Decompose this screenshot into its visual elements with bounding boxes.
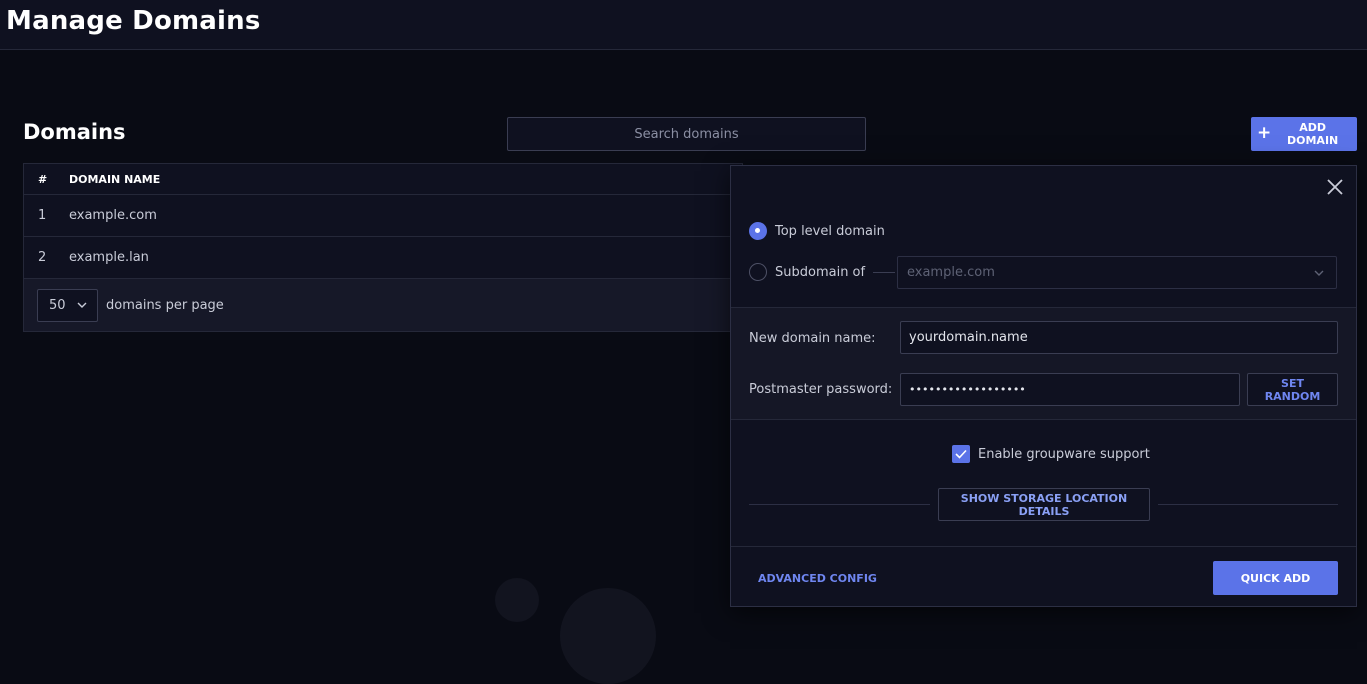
chevron-down-icon — [77, 302, 87, 308]
advanced-config-link[interactable]: ADVANCED CONFIG — [758, 572, 877, 585]
per-page-value: 50 — [49, 297, 66, 313]
search-input[interactable] — [507, 117, 866, 151]
groupware-checkbox[interactable] — [952, 445, 970, 463]
table-header: # DOMAIN NAME — [24, 164, 742, 195]
page-title: Manage Domains — [6, 6, 261, 36]
new-domain-name-input[interactable] — [900, 321, 1338, 354]
radio-unselected-icon[interactable] — [749, 263, 767, 281]
set-random-button[interactable]: SET RANDOM — [1247, 373, 1338, 406]
subdomain-parent-select[interactable]: example.com — [897, 256, 1337, 289]
row-domain-name[interactable]: example.lan — [69, 250, 149, 265]
groupware-checkbox-row[interactable]: Enable groupware support — [952, 445, 1150, 463]
divider — [1158, 504, 1338, 505]
close-icon[interactable] — [1324, 176, 1346, 198]
quick-add-button[interactable]: QUICK ADD — [1213, 561, 1338, 595]
chevron-down-icon — [1314, 270, 1324, 276]
column-header-number: # — [38, 172, 48, 186]
column-header-domain-name[interactable]: DOMAIN NAME — [69, 173, 160, 186]
plus-icon: + — [1257, 122, 1272, 143]
add-domain-panel: Top level domain Subdomain of example.co… — [730, 165, 1357, 607]
row-number: 2 — [38, 250, 47, 265]
row-number: 1 — [38, 208, 47, 223]
checkmark-icon — [955, 449, 967, 459]
radio-subdomain[interactable]: Subdomain of — [749, 263, 896, 281]
table-footer: 50 domains per page — [24, 279, 742, 331]
table-row[interactable]: 2 example.lan — [24, 237, 742, 279]
divider — [873, 271, 896, 273]
postmaster-password-input[interactable] — [900, 373, 1240, 406]
background-decoration — [495, 578, 539, 622]
radio-top-level-domain[interactable]: Top level domain — [749, 222, 885, 240]
divider — [749, 504, 930, 505]
panel-footer: ADVANCED CONFIG QUICK ADD — [731, 546, 1356, 606]
add-domain-button[interactable]: + ADD DOMAIN — [1251, 117, 1357, 151]
add-domain-label: ADD DOMAIN — [1287, 121, 1339, 147]
new-domain-name-label: New domain name: — [749, 331, 876, 346]
row-domain-name[interactable]: example.com — [69, 208, 157, 223]
subdomain-select-value: example.com — [907, 265, 995, 280]
groupware-label: Enable groupware support — [978, 446, 1150, 462]
per-page-select[interactable]: 50 — [37, 288, 98, 322]
show-storage-location-button[interactable]: SHOW STORAGE LOCATION DETAILS — [938, 488, 1150, 521]
background-decoration — [560, 588, 656, 684]
domain-credentials-section: New domain name: Postmaster password: SE… — [731, 307, 1356, 420]
table-row[interactable]: 1 example.com — [24, 195, 742, 237]
top-bar: Manage Domains — [0, 0, 1367, 50]
domains-heading: Domains — [23, 120, 126, 144]
radio-selected-icon[interactable] — [749, 222, 767, 240]
radio-subdomain-label: Subdomain of — [775, 264, 866, 280]
postmaster-password-label: Postmaster password: — [749, 382, 893, 397]
domains-table: # DOMAIN NAME 1 example.com 2 example.la… — [23, 163, 743, 332]
radio-top-level-label: Top level domain — [775, 223, 885, 239]
per-page-label: domains per page — [106, 297, 224, 313]
